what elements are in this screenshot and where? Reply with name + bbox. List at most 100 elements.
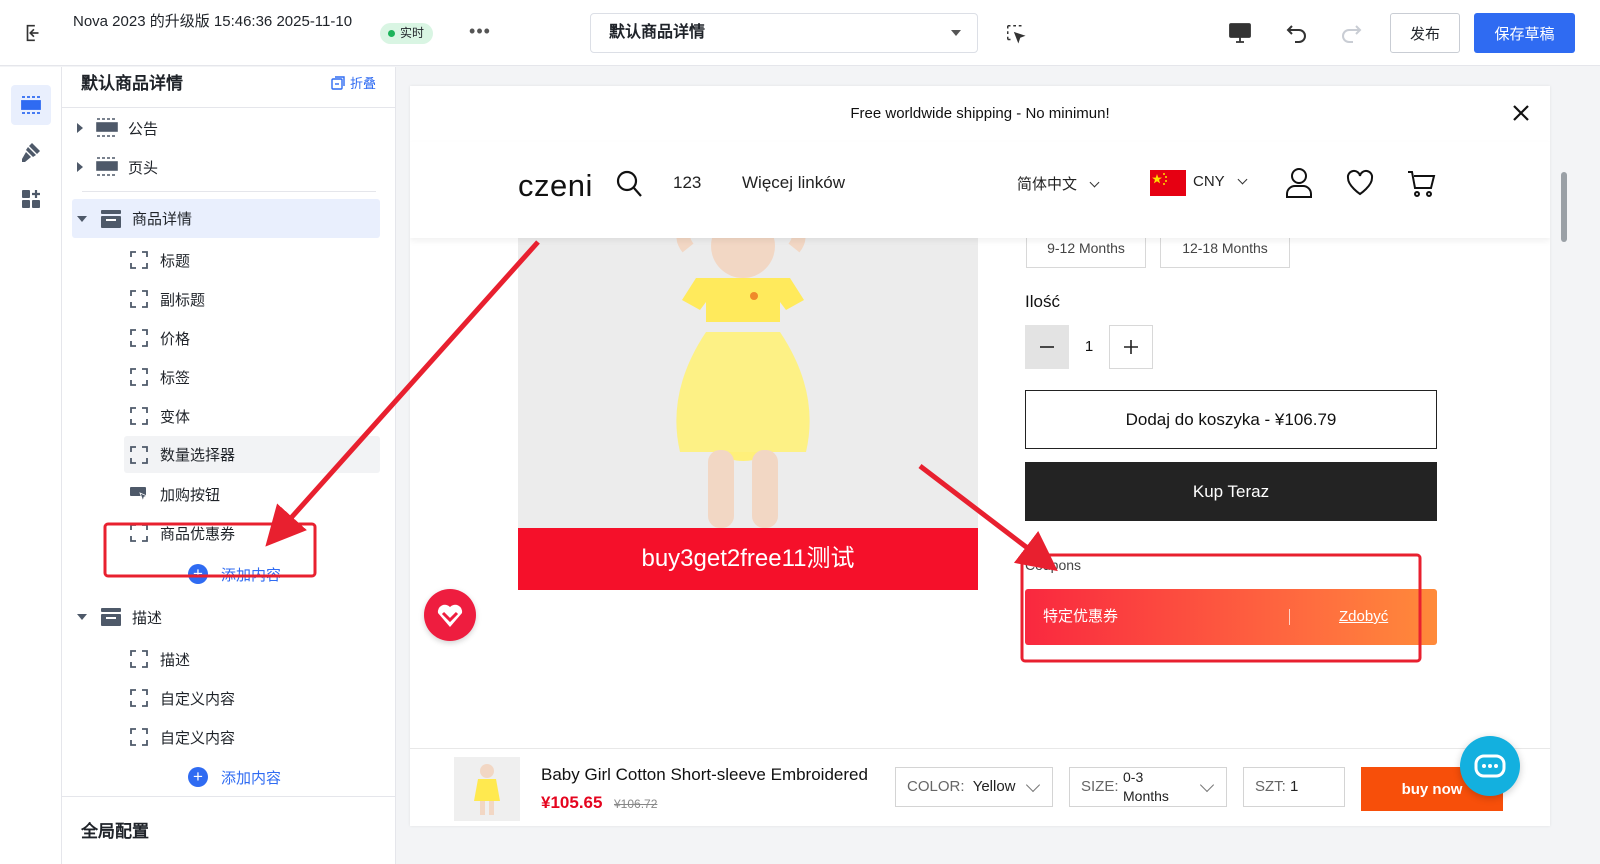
section-header[interactable]: 页头	[72, 148, 380, 186]
block-quantity-selector[interactable]: 数量选择器	[124, 436, 380, 473]
global-settings-title[interactable]: 全局配置	[81, 817, 149, 842]
promo-banner: buy3get2free11测试	[518, 528, 978, 590]
china-flag-icon	[1150, 170, 1186, 196]
live-status-badge: 实时	[380, 23, 434, 44]
rail-sections-button[interactable]	[11, 85, 51, 125]
section-product-details[interactable]: 商品详情	[72, 199, 380, 238]
close-icon[interactable]	[1510, 102, 1532, 124]
account-icon[interactable]	[1284, 167, 1314, 199]
expand-right-icon	[77, 123, 83, 133]
publish-button[interactable]: 发布	[1390, 13, 1460, 53]
flag-stars	[1152, 173, 1167, 185]
search-icon[interactable]	[615, 169, 643, 199]
wishlist-heart-icon[interactable]	[1345, 167, 1375, 199]
block-label: 数量选择器	[160, 447, 236, 464]
block-frame-icon	[130, 650, 148, 668]
currency-select[interactable]: CNY	[1193, 173, 1248, 190]
apps-grid-icon	[22, 190, 40, 208]
quantity-increase-button[interactable]	[1109, 325, 1153, 369]
block-frame-icon	[130, 329, 148, 347]
size-label: SIZE:	[1081, 778, 1119, 795]
panel-title: 默认商品详情	[81, 74, 183, 93]
expand-down-icon	[77, 614, 87, 620]
add-to-cart-button[interactable]: Dodaj do koszyka - ¥106.79	[1025, 390, 1437, 449]
quantity-input[interactable]: SZT: 1	[1243, 767, 1345, 807]
block-frame-icon	[130, 251, 148, 269]
color-value: Yellow	[972, 778, 1016, 795]
preview-scrollbar[interactable]	[1561, 172, 1567, 242]
size-select[interactable]: SIZE: 0-3 Months	[1069, 767, 1227, 807]
section-announcement[interactable]: 公告	[72, 109, 380, 147]
block-tags[interactable]: 标签	[120, 358, 380, 396]
panel-divider	[62, 107, 396, 108]
collapse-label: 折叠	[349, 76, 376, 91]
sticky-add-to-cart-bar: Baby Girl Cotton Short-sleeve Embroidere…	[410, 748, 1550, 826]
desktop-device-icon[interactable]	[1228, 22, 1252, 44]
exit-editor-icon[interactable]	[22, 22, 44, 44]
layout-sections-icon	[21, 96, 41, 114]
cart-icon[interactable]	[1406, 167, 1436, 199]
color-select[interactable]: COLOR: Yellow	[895, 767, 1053, 807]
language-select[interactable]: 简体中文	[1017, 173, 1100, 194]
coupon-name: 特定优惠券	[1043, 608, 1119, 625]
section-folder-icon	[101, 209, 121, 228]
minus-icon	[1040, 346, 1054, 348]
theme-title: Nova 2023 的升级版 15:46:36 2025-11-10	[73, 13, 353, 30]
block-custom-content[interactable]: 自定义内容	[120, 718, 380, 756]
coupon-card: 特定优惠券 Zdobyć	[1025, 589, 1437, 645]
add-content-label: 添加内容	[221, 566, 282, 584]
quantity-value[interactable]: 1	[1069, 325, 1109, 369]
undo-icon[interactable]	[1284, 20, 1310, 46]
block-price[interactable]: 价格	[120, 319, 380, 357]
more-options-button[interactable]: •••	[468, 20, 492, 44]
claim-coupon-link[interactable]: Zdobyć	[1339, 589, 1388, 645]
rail-theme-style-button[interactable]	[11, 132, 51, 172]
store-logo[interactable]: czeni	[518, 168, 593, 204]
left-rail	[0, 67, 62, 864]
block-label: 描述	[160, 651, 191, 669]
block-product-coupon[interactable]: 商品优惠券	[120, 514, 380, 552]
block-subtitle[interactable]: 副标题	[120, 280, 380, 318]
plus-circle-icon: +	[188, 564, 208, 584]
collapse-icon	[331, 75, 345, 90]
block-description[interactable]: 描述	[120, 640, 380, 678]
add-content-button[interactable]: + 添加内容	[188, 765, 281, 789]
section-layout-icon	[96, 157, 118, 176]
block-frame-icon	[130, 368, 148, 386]
block-custom-content[interactable]: 自定义内容	[120, 679, 380, 717]
language-value: 简体中文	[1017, 176, 1078, 193]
block-variants[interactable]: 变体	[120, 397, 380, 435]
product-image[interactable]	[518, 238, 978, 528]
block-frame-icon	[130, 290, 148, 308]
block-add-to-cart[interactable]: 加购按钮	[120, 475, 380, 513]
redo-icon[interactable]	[1338, 20, 1364, 46]
sections-panel: 默认商品详情 折叠 公告 页头 商品详情 标题 副标题 价格 标签 变体 数量选…	[62, 67, 396, 864]
quantity-decrease-button[interactable]	[1025, 325, 1069, 369]
chat-support-button[interactable]	[1460, 736, 1520, 796]
page-template-value: 默认商品详情	[609, 24, 706, 41]
floating-favorite-button[interactable]	[424, 589, 476, 641]
qty-value: 1	[1290, 778, 1299, 795]
block-frame-icon	[130, 524, 148, 542]
size-value-line-1: 0-3	[1123, 769, 1144, 785]
block-frame-icon	[130, 728, 148, 746]
block-frame-icon	[130, 407, 148, 425]
add-content-button[interactable]: + 添加内容	[188, 562, 281, 586]
nav-link-more[interactable]: Więcej linków	[742, 173, 845, 193]
live-dot-icon	[388, 30, 395, 37]
block-title[interactable]: 标题	[120, 241, 380, 279]
page-template-select[interactable]: 默认商品详情	[590, 13, 978, 53]
qty-label: SZT:	[1255, 778, 1286, 795]
cursor-button-icon	[130, 487, 148, 503]
section-label: 页头	[128, 159, 159, 177]
buy-now-button[interactable]: Kup Teraz	[1025, 462, 1437, 521]
nav-link[interactable]: 123	[673, 173, 701, 193]
collapse-all-button[interactable]: 折叠	[331, 73, 376, 92]
element-picker-icon[interactable]	[1005, 23, 1027, 45]
coupons-heading: Coupons	[1025, 557, 1082, 573]
block-label: 商品优惠券	[160, 525, 236, 543]
save-draft-button[interactable]: 保存草稿	[1474, 13, 1575, 53]
section-description[interactable]: 描述	[72, 598, 380, 636]
section-folder-icon	[101, 608, 121, 626]
rail-apps-button[interactable]	[11, 179, 51, 219]
